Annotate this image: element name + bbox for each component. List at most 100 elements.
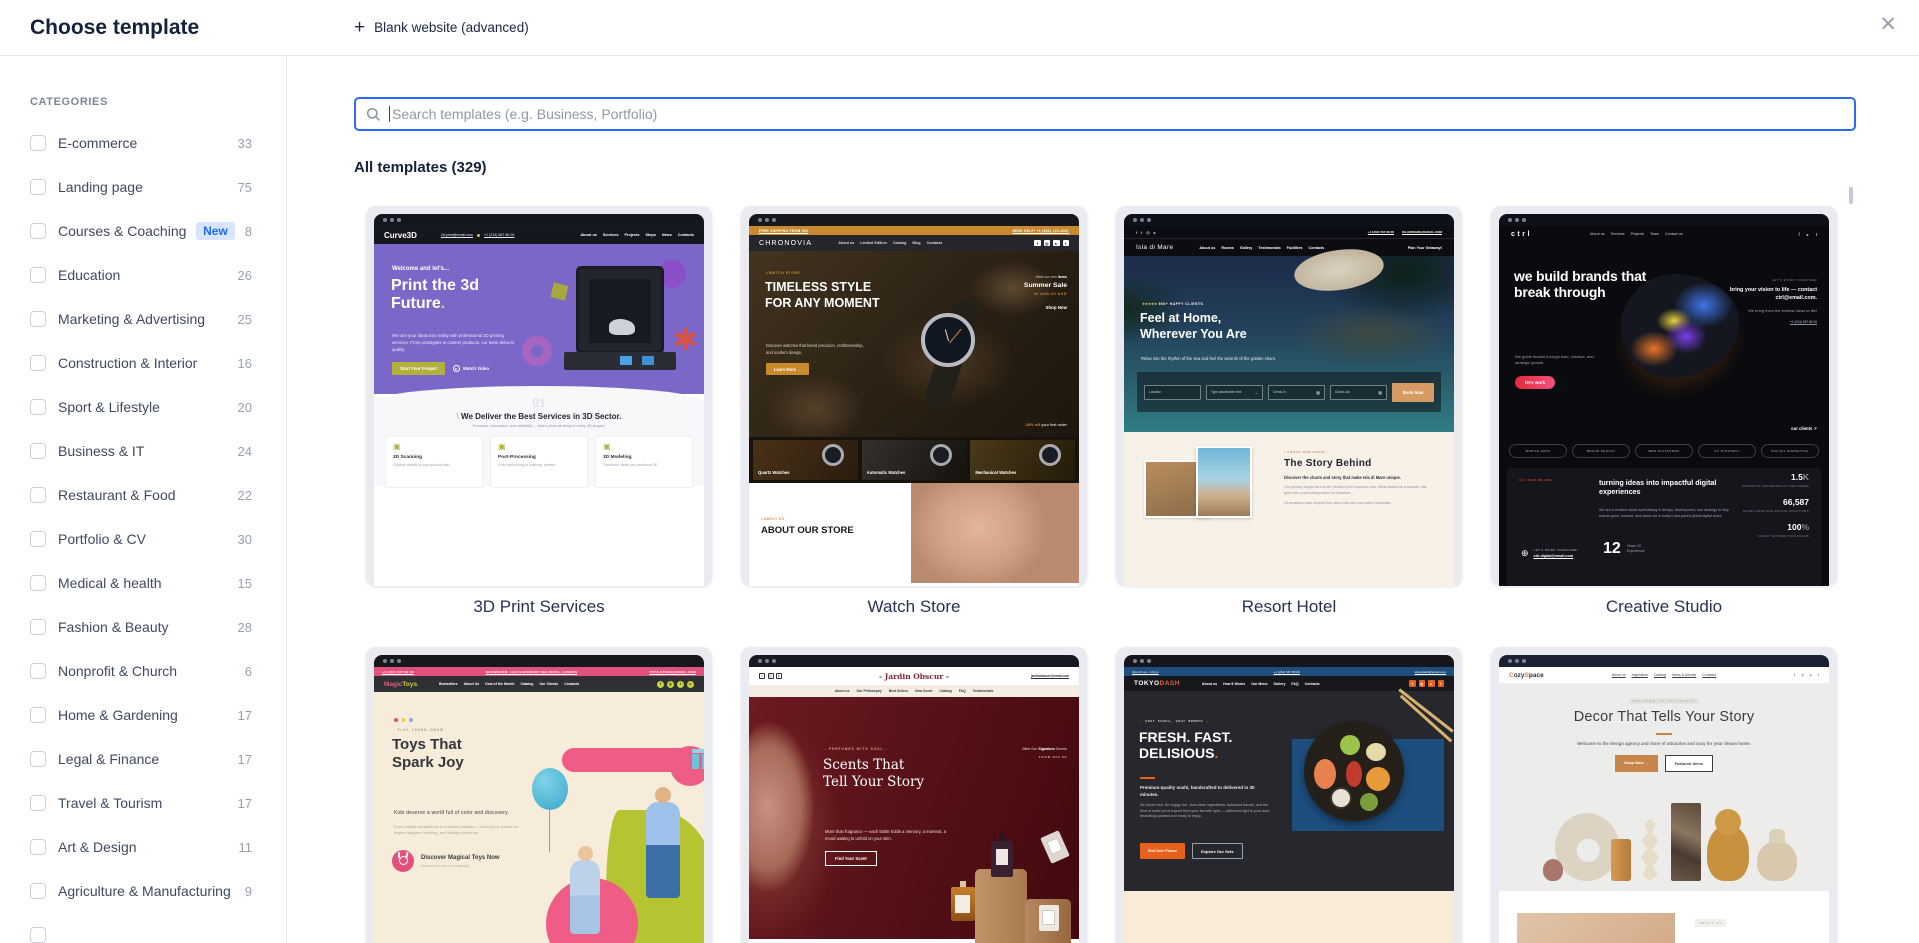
nav-item: Projects: [624, 233, 640, 237]
secondary-button: Explore Our Sets: [1192, 843, 1243, 859]
category-item[interactable]: Home & Gardening 17: [30, 693, 252, 737]
nav-item: DIGITAL MARKETING: [1761, 444, 1819, 458]
blank-website-button[interactable]: + Blank website (advanced): [354, 18, 529, 37]
nav-item: About us: [1589, 232, 1605, 236]
site-nav: About us Our Philosophy Best Sellers New Sc…: [749, 685, 1079, 697]
browser-chrome: [749, 655, 1079, 667]
category-count: 15: [237, 575, 252, 591]
perfume-bottle-graphic: [1040, 830, 1070, 864]
category-item[interactable]: Portfolio & CV 30: [30, 517, 252, 561]
category-item[interactable]: Agriculture & Manufacturing 9: [30, 869, 252, 913]
nav-item: Bestsellers: [438, 682, 458, 686]
search-input[interactable]: [392, 106, 1844, 122]
template-card-perfume-store[interactable]: f ◎ ▸ - Jardin Obscur - jardinobscur@email…: [741, 647, 1087, 943]
nav-item: Gallery: [1239, 245, 1253, 250]
text-caret: [389, 106, 390, 122]
site-logo: Isla di Mare: [1136, 244, 1174, 251]
nav-item: Facilities: [1286, 245, 1303, 250]
nav-item: SHOWROOM: 1234 EGREMONT NE3 DRIVE, LONDO…: [485, 669, 578, 674]
spiky-graphic: ✱: [672, 324, 698, 357]
category-item[interactable]: Construction & Interior 16: [30, 341, 252, 385]
stat-item: 100% CLIENT SATISFACTION FOCUS: [1757, 522, 1809, 538]
template-card-decor-store[interactable]: CozySpace About us Inspiration Catalog News…: [1491, 647, 1837, 943]
checkbox[interactable]: [30, 443, 46, 459]
sushi-platter-graphic: [1304, 721, 1404, 821]
nav-item: About us: [1611, 673, 1626, 677]
feature-icon: ▣: [498, 442, 506, 451]
category-count: 30: [237, 531, 252, 547]
scrollbar-thumb[interactable]: [1849, 187, 1853, 204]
checkbox[interactable]: [30, 883, 46, 899]
category-item[interactable]: Travel & Tourism 17: [30, 781, 252, 825]
template-preview: f t ◎ ▸ +1 (234) 567 89 00 ISLADIMARE@EMAIL.…: [1116, 206, 1462, 586]
checkbox[interactable]: [30, 795, 46, 811]
template-card-toys-store[interactable]: +1 (234) 567 89 00 SHOWROOM: 1234 EGREMON…: [366, 647, 712, 943]
nav-item: Best Sellers: [888, 689, 909, 693]
category-item[interactable]: Education 26: [30, 253, 252, 297]
model-photo: [749, 715, 825, 943]
category-item[interactable]: Sport & Lifestyle 20: [30, 385, 252, 429]
categories-heading: CATEGORIES: [30, 96, 108, 108]
nav-item: How It Works: [1223, 681, 1246, 686]
category-label: Art & Design: [58, 839, 137, 855]
checkbox[interactable]: [30, 487, 46, 503]
category-item[interactable]: Courses & Coaching New 8: [30, 209, 252, 253]
checkbox[interactable]: [30, 619, 46, 635]
template-card-watch-store[interactable]: FREE SHIPPING FROM $50 NEED HELP: +1 (800…: [741, 206, 1087, 647]
category-count: 24: [237, 443, 252, 459]
checkbox[interactable]: [30, 135, 46, 151]
twitter-icon: t: [1062, 239, 1069, 247]
site-nav: Bestsellers About Us Deal of the Month Cata…: [439, 682, 579, 686]
nav-item: Projects: [1630, 232, 1644, 236]
gift-graphic: [692, 749, 704, 769]
checkbox[interactable]: [30, 663, 46, 679]
checkbox[interactable]: [30, 927, 46, 943]
category-item[interactable]: Legal & Finance 17: [30, 737, 252, 781]
category-label: Legal & Finance: [58, 751, 160, 767]
checkbox[interactable]: [30, 223, 46, 239]
nav-item: Services: [602, 233, 619, 237]
category-item[interactable]: Marketing & Advertising 25: [30, 297, 252, 341]
checkbox[interactable]: [30, 355, 46, 371]
category-item[interactable]: Art & Design 11: [30, 825, 252, 869]
checkbox[interactable]: [30, 751, 46, 767]
youtube-icon: ▸: [1806, 231, 1809, 237]
site-logo: Curve3D: [384, 230, 417, 240]
checkbox[interactable]: [30, 399, 46, 415]
category-item[interactable]: Fashion & Beauty 28: [30, 605, 252, 649]
nav-item: UX STRATEGY: [1698, 444, 1756, 458]
template-card-creative-studio[interactable]: ctrl About us Services Projects Team Contact…: [1491, 206, 1837, 647]
nav-item: News & Articles: [1671, 673, 1697, 677]
category-item[interactable]: Nonprofit & Church 6: [30, 649, 252, 693]
close-icon[interactable]: ✕: [1879, 14, 1897, 35]
category-item[interactable]: [30, 913, 252, 943]
cta-button: Learn More →: [766, 363, 810, 375]
nav-item: Limited Edition: [860, 241, 887, 245]
site-nav: About us How It Works Our Menu Gallery FAQ Co…: [1202, 682, 1320, 686]
site-nav: About us Inspiration Catalog News & Article…: [1499, 673, 1829, 677]
ceramic-vases-graphic: [1499, 791, 1829, 891]
cta-button: Start Your Project: [392, 362, 445, 375]
category-item[interactable]: Landing page 75: [30, 165, 252, 209]
template-card-sushi-delivery[interactable]: Open 8 am - 10 pm +1 (234) 567 89 00 tokyo…: [1116, 647, 1462, 943]
category-item[interactable]: Business & IT 24: [30, 429, 252, 473]
nav-item: Team: [1649, 232, 1659, 236]
category-count: 25: [237, 311, 252, 327]
youtube-icon: ▸: [1810, 673, 1812, 677]
nav-item: Testimonials: [972, 689, 994, 693]
checkbox[interactable]: [30, 707, 46, 723]
checkbox[interactable]: [30, 311, 46, 327]
template-card-resort-hotel[interactable]: f t ◎ ▸ +1 (234) 567 89 00 ISLADIMARE@EMAIL.…: [1116, 206, 1462, 647]
checkbox[interactable]: [30, 575, 46, 591]
checkbox[interactable]: [30, 179, 46, 195]
category-item[interactable]: E-commerce 33: [30, 121, 252, 165]
search-bar[interactable]: [354, 97, 1856, 131]
category-item[interactable]: Medical & health 15: [30, 561, 252, 605]
checkbox[interactable]: [30, 267, 46, 283]
category-tile: Mechanical Watches: [970, 440, 1076, 480]
template-card-3d-print-services[interactable]: Curve3D 3d.print@email.com +1 (234) 567 8…: [366, 206, 712, 647]
checkbox[interactable]: [30, 839, 46, 855]
nav-item: Blog: [912, 241, 921, 245]
checkbox[interactable]: [30, 531, 46, 547]
category-item[interactable]: Restaurant & Food 22: [30, 473, 252, 517]
